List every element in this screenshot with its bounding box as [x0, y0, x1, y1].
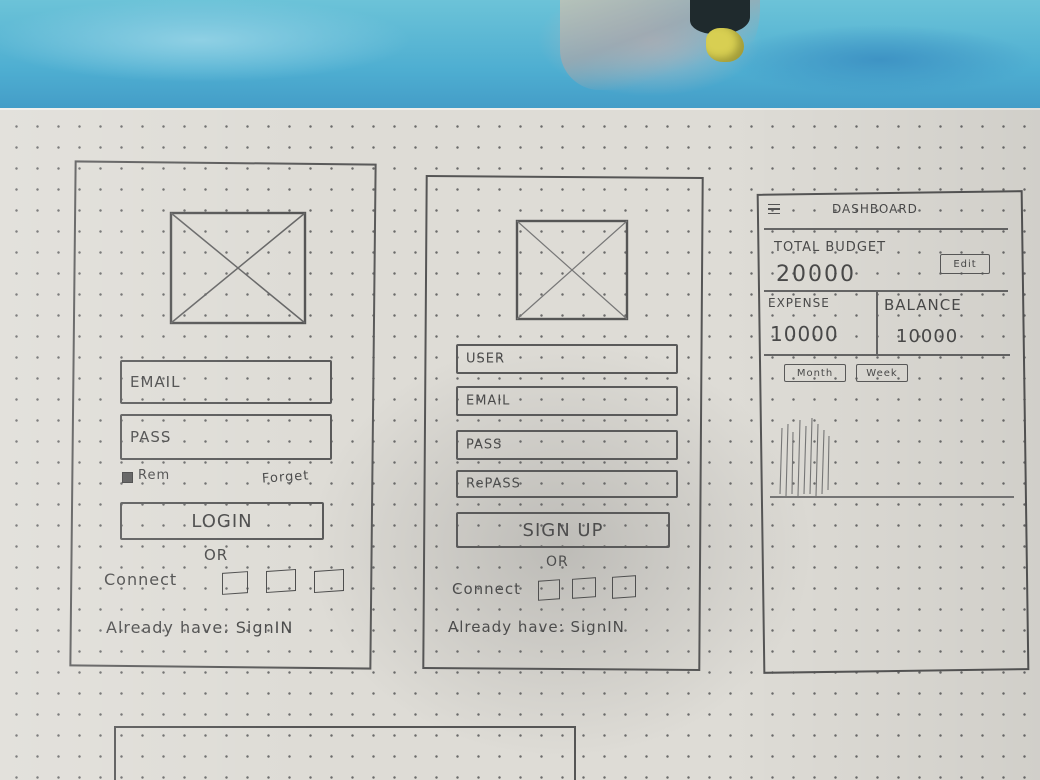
social-login-button-1[interactable]: [222, 571, 248, 595]
edit-label: Edit: [953, 258, 977, 270]
partial-wireframe: [114, 726, 576, 780]
signup-button[interactable]: SIGN UP: [456, 512, 670, 548]
chart-sketch: [776, 414, 836, 498]
pass-label: PASS: [466, 437, 503, 453]
stats-divider: [764, 354, 1010, 356]
connect-label: Connect: [104, 570, 178, 589]
budget-divider: [764, 290, 1008, 292]
expense-value: 10000: [770, 322, 839, 346]
login-button-label: LOGIN: [191, 510, 253, 532]
email-label: EMAIL: [466, 393, 511, 409]
balance-value: 10000: [896, 326, 959, 347]
total-budget-value: 20000: [776, 262, 856, 287]
chart-baseline: [770, 496, 1014, 498]
signup-image-placeholder: [514, 218, 630, 322]
signup-password-field[interactable]: PASS: [456, 430, 678, 460]
expense-balance-divider: [876, 292, 878, 354]
or-divider: OR: [546, 554, 569, 570]
hamburger-icon[interactable]: [768, 204, 780, 214]
already-have-account-link[interactable]: Already have: SignIN: [448, 618, 625, 636]
or-divider: OR: [204, 546, 229, 564]
already-have-account-link[interactable]: Already have: SignIN: [106, 618, 293, 637]
fabric-yellow-patch: [706, 28, 744, 62]
login-button[interactable]: LOGIN: [120, 502, 324, 540]
connect-label: Connect: [452, 580, 522, 598]
social-signup-button-2[interactable]: [572, 577, 596, 599]
header-divider: [764, 228, 1008, 230]
signup-user-field[interactable]: USER: [456, 344, 678, 374]
email-label: EMAIL: [130, 373, 181, 391]
tab-week[interactable]: Week: [856, 364, 908, 382]
social-login-button-2[interactable]: [266, 568, 296, 594]
remember-label: Rem: [138, 468, 171, 483]
repass-label: RePASS: [466, 476, 521, 492]
pass-label: PASS: [130, 428, 172, 446]
login-email-field[interactable]: EMAIL: [120, 360, 332, 404]
dashboard-title: DASHBOARD: [832, 202, 918, 216]
social-signup-button-1[interactable]: [538, 579, 560, 601]
social-login-button-3[interactable]: [314, 568, 344, 594]
social-signup-button-3[interactable]: [612, 575, 636, 599]
tab-month-label: Month: [796, 367, 834, 379]
login-image-placeholder: [168, 210, 308, 326]
signup-button-label: SIGN UP: [522, 519, 604, 541]
total-budget-label: TOTAL BUDGET: [774, 240, 887, 255]
signup-repassword-field[interactable]: RePASS: [456, 470, 678, 498]
expense-label: EXPENSE: [768, 296, 830, 310]
signup-email-field[interactable]: EMAIL: [456, 386, 678, 416]
edit-budget-button[interactable]: Edit: [940, 254, 990, 274]
login-password-field[interactable]: PASS: [120, 414, 332, 460]
balance-label: BALANCE: [884, 296, 962, 314]
user-label: USER: [466, 351, 506, 367]
tab-week-label: Week: [866, 367, 898, 379]
remember-checkbox[interactable]: [122, 472, 133, 483]
tab-month[interactable]: Month: [784, 364, 846, 382]
